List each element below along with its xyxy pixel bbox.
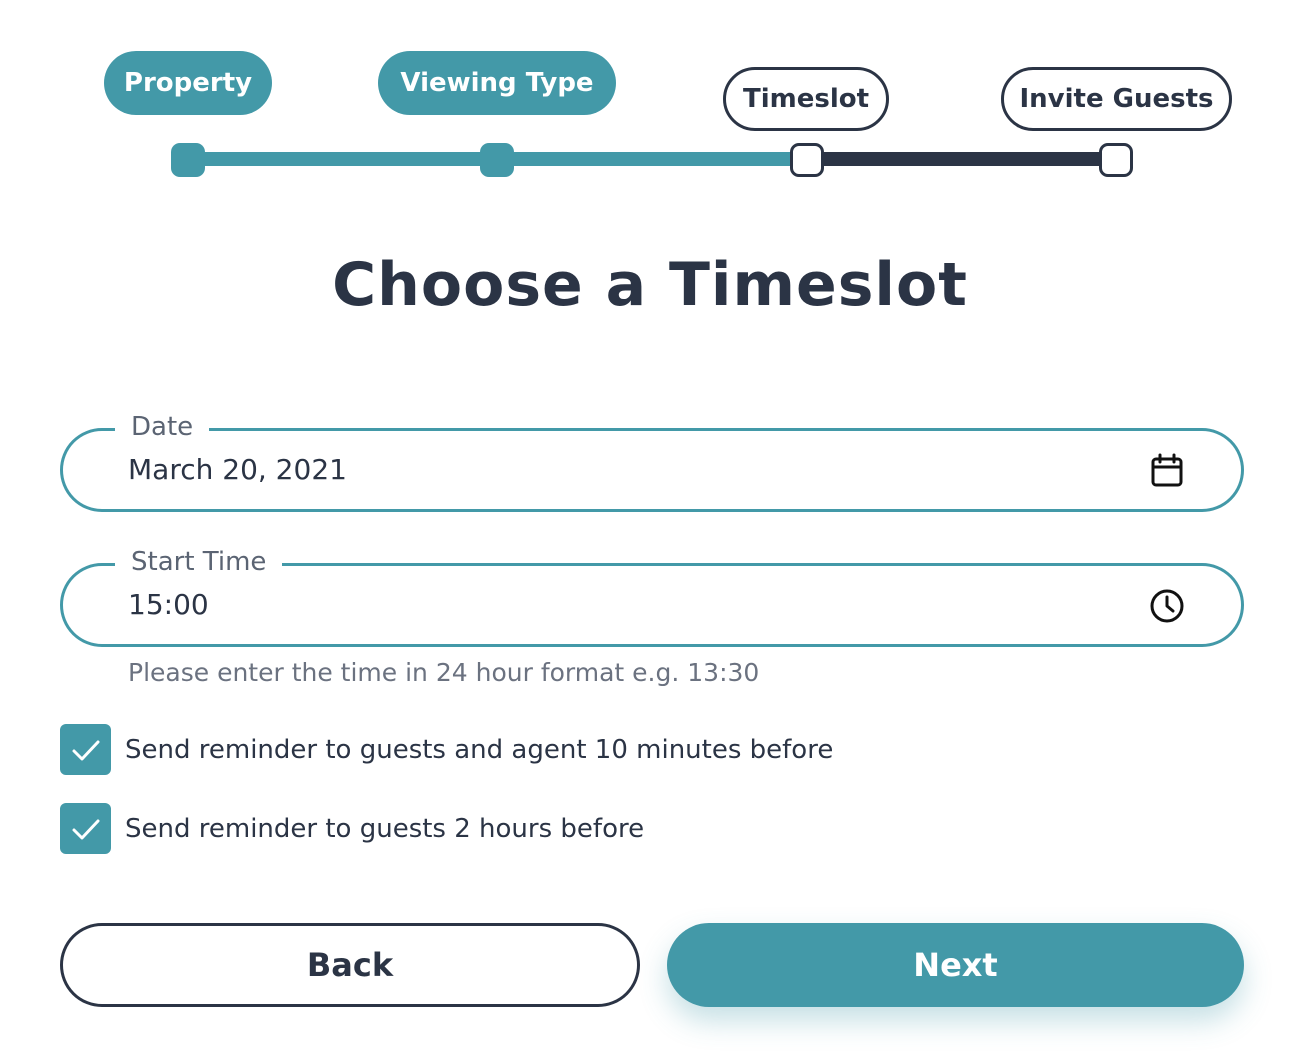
checkmark-icon (72, 740, 99, 760)
reminder-10-minutes-checkbox[interactable] (60, 724, 111, 775)
reminder-10-minutes-label[interactable]: Send reminder to guests and agent 10 min… (125, 735, 833, 765)
time-format-hint: Please enter the time in 24 hour format … (128, 658, 760, 687)
timeslot-page: Property Viewing Type Timeslot Invite Gu… (0, 0, 1314, 1052)
date-field[interactable]: Date March 20, 2021 (60, 409, 1244, 512)
start-time-label: Start Time (115, 544, 283, 580)
step-node-viewing-type[interactable] (480, 143, 514, 177)
checkmark-icon (72, 819, 99, 839)
reminder-2-hours-row[interactable]: Send reminder to guests 2 hours before (60, 803, 644, 854)
reminder-10-minutes-row[interactable]: Send reminder to guests and agent 10 min… (60, 724, 833, 775)
date-label: Date (115, 409, 210, 445)
page-title: Choose a Timeslot (332, 250, 968, 320)
step-node-property[interactable] (171, 143, 205, 177)
date-value[interactable]: March 20, 2021 (128, 453, 1028, 487)
step-node-invite-guests[interactable] (1099, 143, 1133, 177)
next-button[interactable]: Next (667, 923, 1244, 1007)
reminder-2-hours-label[interactable]: Send reminder to guests 2 hours before (125, 814, 644, 844)
calendar-icon[interactable] (1149, 453, 1185, 489)
start-time-field[interactable]: Start Time 15:00 (60, 544, 1244, 647)
progress-track-remaining (806, 152, 1118, 166)
clock-icon[interactable] (1149, 588, 1185, 624)
step-node-timeslot[interactable] (790, 143, 824, 177)
start-time-value[interactable]: 15:00 (128, 588, 1028, 622)
back-button[interactable]: Back (60, 923, 640, 1007)
reminder-2-hours-checkbox[interactable] (60, 803, 111, 854)
step-pill-invite-guests[interactable]: Invite Guests (1001, 67, 1232, 131)
step-pill-timeslot[interactable]: Timeslot (723, 67, 889, 131)
step-pill-viewing-type[interactable]: Viewing Type (378, 51, 616, 115)
step-pill-property[interactable]: Property (104, 51, 272, 115)
